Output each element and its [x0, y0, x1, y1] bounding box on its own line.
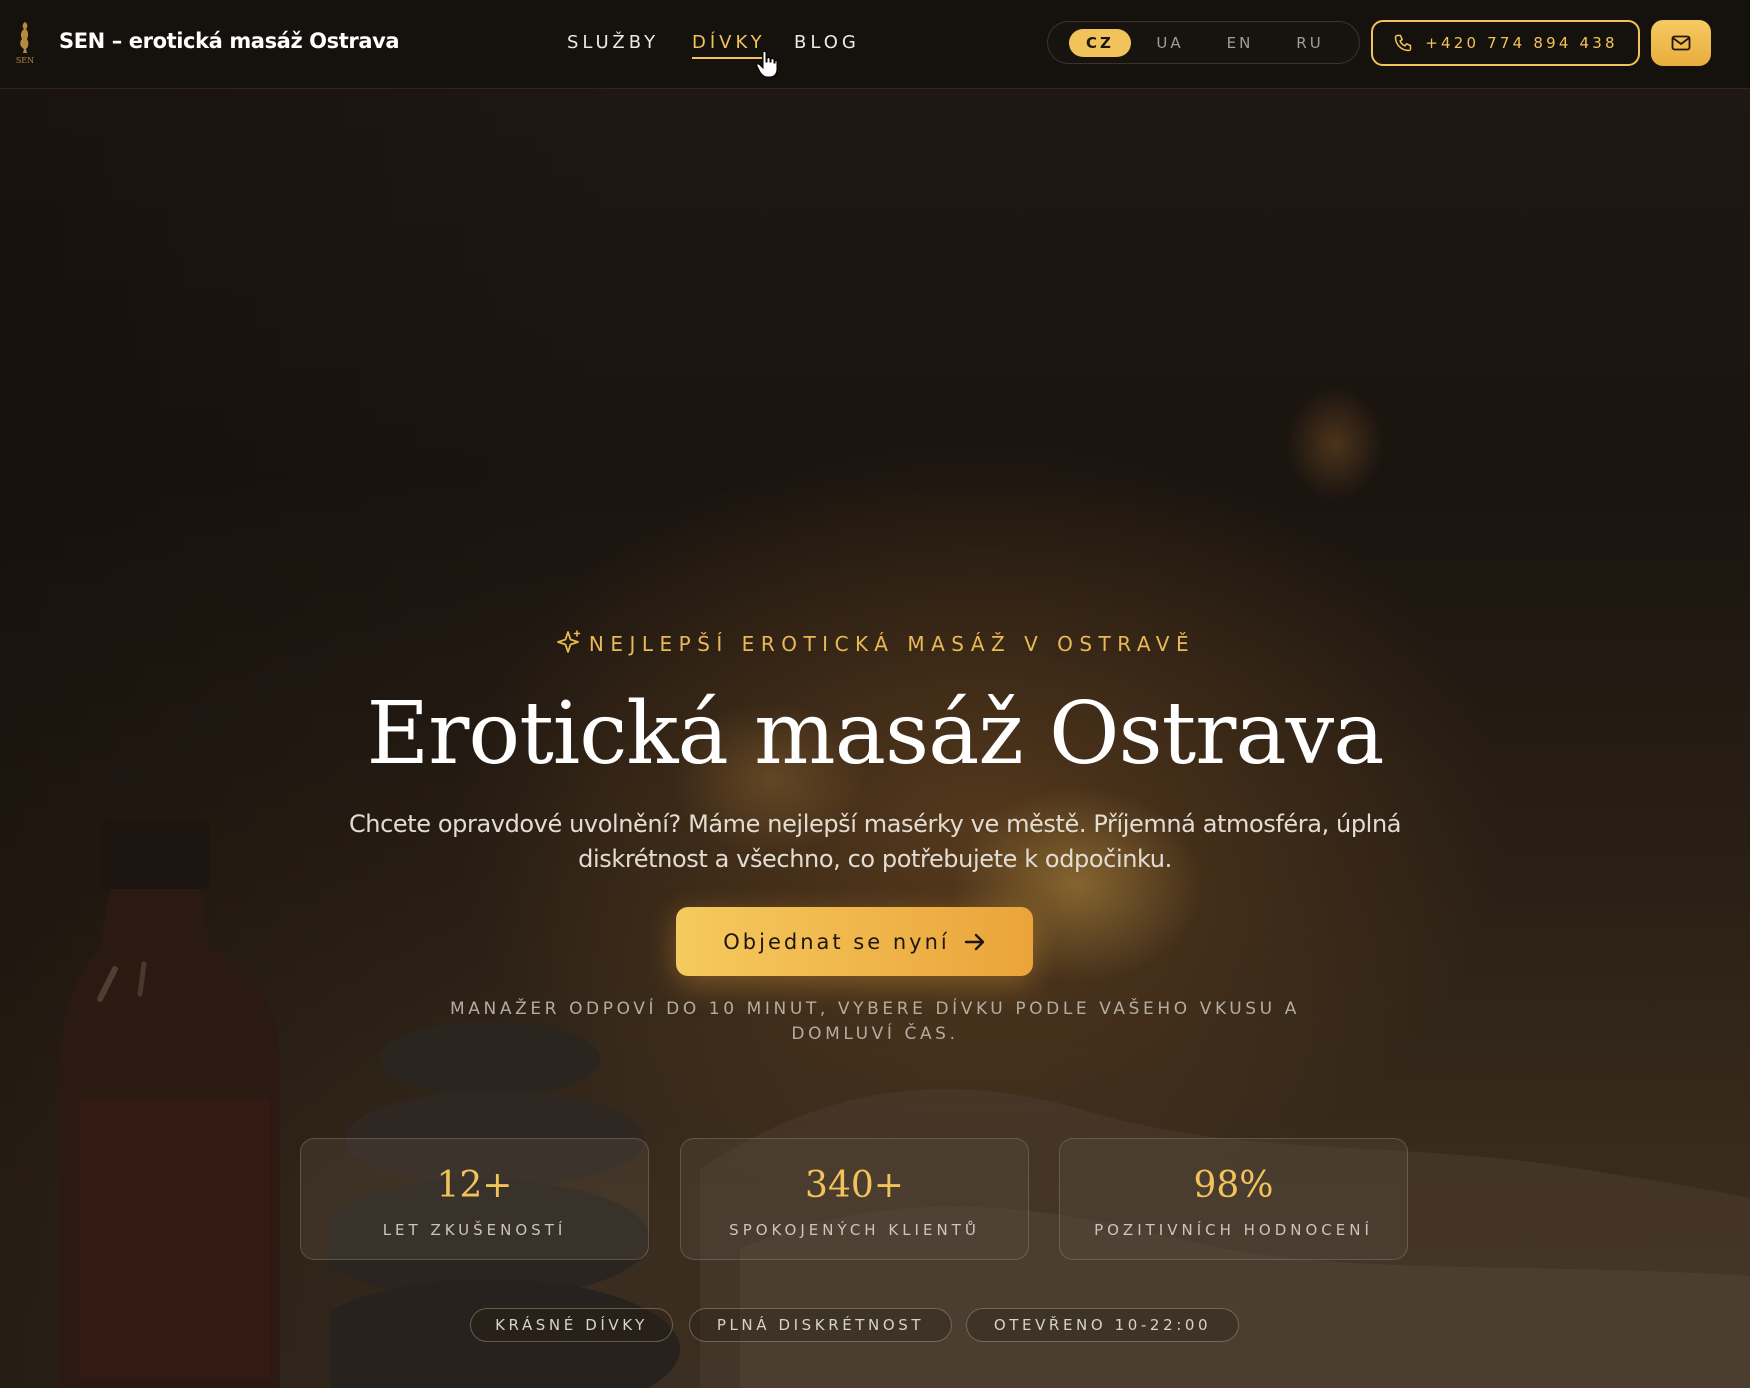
stat-card-experience: 12+ LET ZKUŠENOSTÍ [300, 1138, 649, 1260]
badge-discretion: PLNÁ DISKRÉTNOST [689, 1308, 952, 1342]
oil-bottle-image [60, 819, 280, 1388]
stat-label: LET ZKUŠENOSTÍ [382, 1221, 567, 1239]
stat-label: POZITIVNÍCH HODNOCENÍ [1094, 1221, 1373, 1239]
stat-card-clients: 340+ SPOKOJENÝCH KLIENTŮ [680, 1138, 1029, 1260]
nav-link-blog[interactable]: BLOG [794, 32, 860, 53]
nav-link-sluzby[interactable]: SLUŽBY [567, 32, 659, 53]
phone-button[interactable]: +420 774 894 438 [1371, 20, 1640, 66]
lang-cz[interactable]: CZ [1069, 29, 1131, 57]
lang-ru[interactable]: RU [1279, 29, 1341, 57]
stat-label: SPOKOJENÝCH KLIENTŮ [729, 1221, 980, 1239]
hero-section: NEJLEPŠÍ EROTICKÁ MASÁŽ V OSTRAVĚ Erotic… [0, 89, 1750, 1388]
hero-eyebrow: NEJLEPŠÍ EROTICKÁ MASÁŽ V OSTRAVĚ [0, 629, 1750, 657]
phone-icon [1394, 34, 1412, 52]
badge-opening-hours: OTEVŘENO 10-22:00 [966, 1308, 1239, 1342]
order-now-label: Objednat se nyní [723, 929, 950, 954]
site-title[interactable]: SEN – erotická masáž Ostrava [59, 29, 400, 53]
language-switcher: CZ UA EN RU [1047, 21, 1360, 64]
stat-value: 98% [1193, 1165, 1274, 1206]
hero-subtitle: Chcete opravdové uvolnění? Máme nejlepší… [348, 810, 1402, 873]
stat-value: 340+ [805, 1165, 904, 1206]
mail-icon [1671, 35, 1691, 51]
email-button[interactable] [1651, 20, 1711, 66]
stat-card-reviews: 98% POZITIVNÍCH HODNOCENÍ [1059, 1138, 1408, 1260]
lang-en[interactable]: EN [1209, 29, 1271, 57]
phone-number: +420 774 894 438 [1425, 34, 1618, 52]
manager-note: MANAŽER ODPOVÍ DO 10 MINUT, VYBERE DÍVKU… [450, 999, 1300, 1044]
arrow-right-icon [964, 933, 984, 950]
hero-eyebrow-text: NEJLEPŠÍ EROTICKÁ MASÁŽ V OSTRAVĚ [588, 632, 1196, 656]
stat-value: 12+ [436, 1165, 513, 1206]
order-now-button[interactable]: Objednat se nyní [676, 907, 1033, 976]
svg-text:SEN: SEN [16, 56, 34, 65]
hand-cursor-icon [756, 50, 778, 78]
sparkle-icon [556, 630, 581, 653]
badge-beautiful-girls: KRÁSNÉ DÍVKY [470, 1308, 673, 1342]
top-navigation-bar: SEN SEN – erotická masáž Ostrava SLUŽBY … [0, 0, 1750, 89]
hero-title: Erotická masáž Ostrava [366, 684, 1385, 784]
sen-logo-icon[interactable]: SEN [12, 18, 38, 66]
lang-ua[interactable]: UA [1139, 29, 1201, 57]
nav-link-divky[interactable]: DÍVKY [692, 32, 766, 59]
